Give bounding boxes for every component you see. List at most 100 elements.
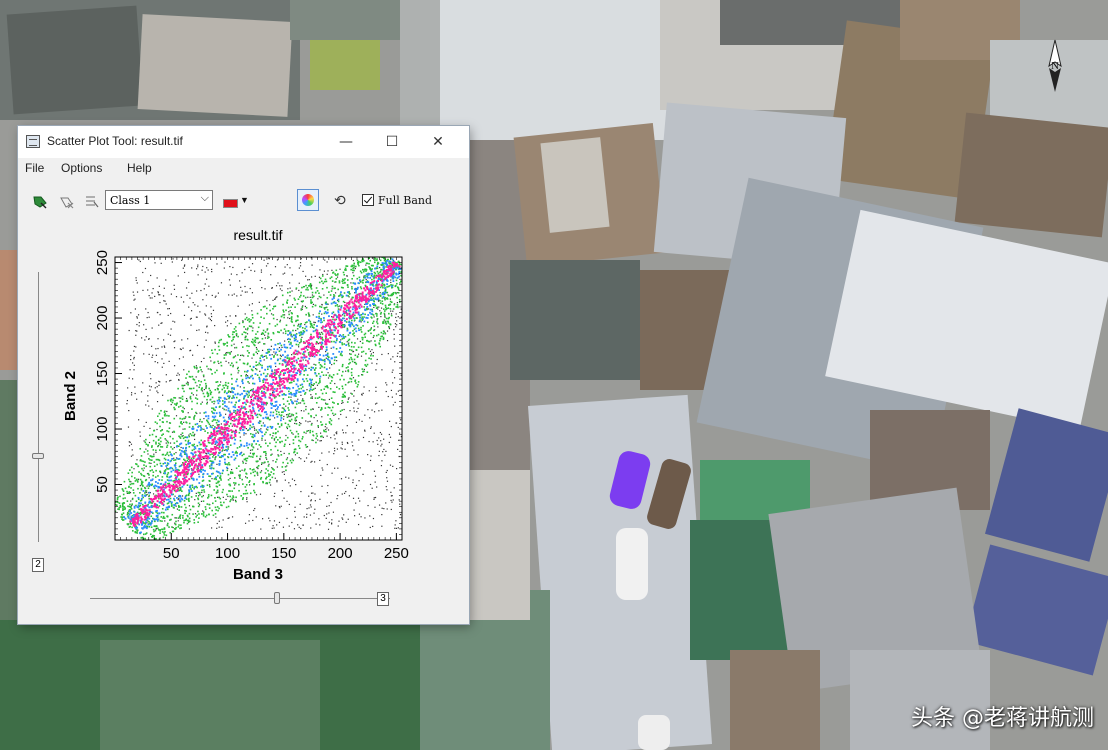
scatter-point xyxy=(227,320,229,322)
scatter-point xyxy=(165,352,167,354)
scatter-point xyxy=(159,470,161,473)
scatter-point xyxy=(341,493,343,495)
scatter-point xyxy=(233,482,235,484)
scatter-point xyxy=(392,369,394,371)
scatter-point xyxy=(357,327,360,330)
scatter-point xyxy=(243,325,245,328)
scatter-point xyxy=(287,317,289,319)
scatter-point xyxy=(145,328,147,331)
scatter-point xyxy=(200,448,202,450)
scatter-point xyxy=(227,505,230,508)
scatter-point xyxy=(225,360,227,362)
scatter-point xyxy=(386,477,388,479)
scatter-point xyxy=(133,356,135,359)
scatter-point xyxy=(273,355,275,357)
scatter-point xyxy=(347,366,349,368)
scatter-point xyxy=(154,387,156,389)
scatter-point xyxy=(210,368,212,371)
scatter-point xyxy=(372,297,375,299)
scatter-point xyxy=(212,514,215,517)
scatter-point xyxy=(168,500,171,503)
scatter-point xyxy=(210,527,213,529)
scatter-point xyxy=(214,506,217,509)
scatter-point xyxy=(187,338,189,340)
scatter-point xyxy=(166,453,168,455)
scatter-point xyxy=(231,431,233,434)
scatter-point xyxy=(294,448,297,450)
scatter-point xyxy=(301,336,303,338)
scatter-point xyxy=(293,380,295,383)
scatter-point xyxy=(376,486,378,488)
scatter-point xyxy=(211,420,214,423)
scatter-point xyxy=(262,372,265,375)
scatter-point xyxy=(127,387,129,389)
scatter-point xyxy=(245,328,247,330)
scatter-point xyxy=(368,262,370,265)
scatter-point xyxy=(277,430,279,433)
scatter-point xyxy=(159,294,161,296)
scatter-point xyxy=(173,406,175,409)
scatter-point xyxy=(336,448,339,450)
scatter-point xyxy=(330,290,333,292)
scatter-point xyxy=(284,272,286,274)
scatter-point xyxy=(216,444,218,446)
scatter-point xyxy=(356,411,358,413)
scatter-point xyxy=(397,316,399,318)
scatter-point xyxy=(370,340,372,342)
scatter-point xyxy=(372,314,375,316)
scatter-point xyxy=(154,529,157,532)
scatter-point xyxy=(390,499,392,502)
scatter-point xyxy=(167,333,169,335)
scatter-point xyxy=(343,273,346,276)
scatter-point xyxy=(331,519,333,521)
scatter-point xyxy=(153,453,155,455)
scatter-point xyxy=(181,435,183,438)
scatter-point xyxy=(130,443,133,445)
scatter-point xyxy=(203,357,205,359)
scatter-point xyxy=(219,501,222,504)
scatter-point xyxy=(272,307,274,310)
scatter-point xyxy=(380,465,383,467)
scatter-point xyxy=(253,429,256,431)
scatter-point xyxy=(191,477,194,480)
scatter-point xyxy=(284,465,287,468)
scatter-point xyxy=(193,487,195,490)
scatter-point xyxy=(156,428,158,431)
scatter-point xyxy=(237,372,239,374)
scatter-point xyxy=(346,291,349,294)
scatter-point xyxy=(226,342,229,344)
scatter-point xyxy=(126,513,129,516)
scatter-point xyxy=(165,381,167,383)
scatter-point xyxy=(129,369,131,371)
scatter-point xyxy=(394,527,396,529)
scatter-point xyxy=(136,291,139,293)
scatter-point xyxy=(293,479,296,482)
scatter-point xyxy=(233,477,236,479)
scatter-point xyxy=(329,367,331,369)
scatter-point xyxy=(287,306,290,309)
scatter-point xyxy=(393,333,395,336)
scatter-point xyxy=(184,416,187,418)
scatter-point xyxy=(258,378,261,380)
scatter-point xyxy=(374,304,377,307)
scatter-point xyxy=(343,492,346,494)
scatter-point xyxy=(331,522,333,524)
scatter-point xyxy=(298,439,300,442)
scatter-point xyxy=(254,470,256,473)
scatter-point xyxy=(365,352,367,355)
scatter-point xyxy=(383,315,386,317)
scatter-point xyxy=(283,316,285,319)
scatter-point xyxy=(360,516,362,518)
scatter-point xyxy=(279,507,281,509)
scatter-point xyxy=(151,408,153,410)
scatter-point xyxy=(242,320,244,322)
scatter-point xyxy=(289,420,292,422)
scatter-point xyxy=(167,454,170,457)
scatter-point xyxy=(235,315,237,317)
scatter-point xyxy=(211,461,214,464)
scatter-point xyxy=(379,299,381,302)
scatter-point xyxy=(264,368,267,371)
scatter-point xyxy=(167,506,170,508)
scatter-point xyxy=(229,500,231,503)
scatter-point xyxy=(198,473,200,475)
